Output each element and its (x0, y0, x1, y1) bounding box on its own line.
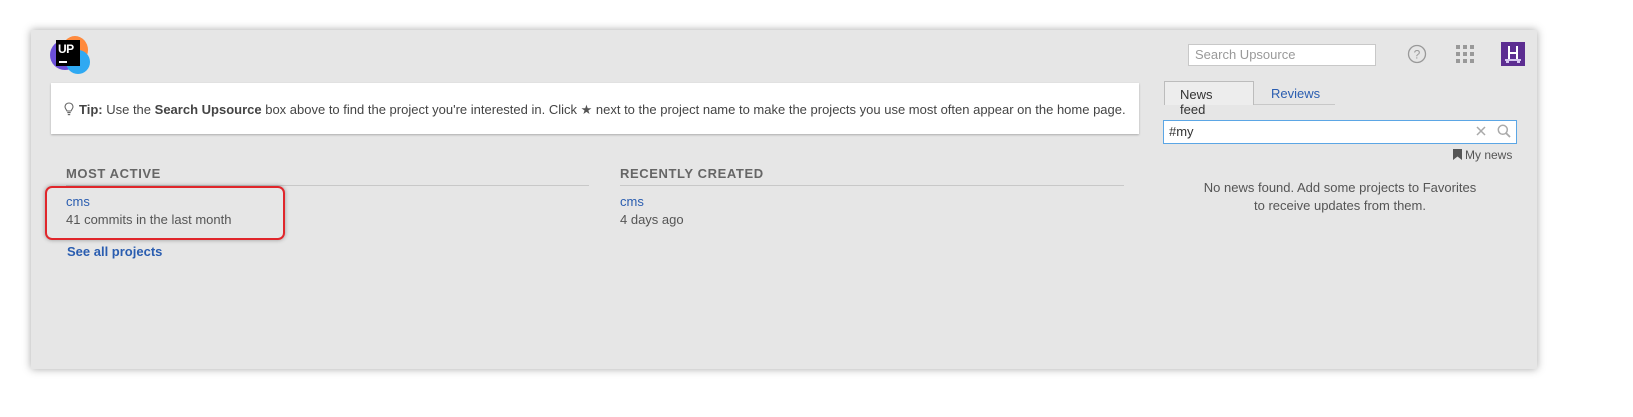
recently-created-title: RECENTLY CREATED (620, 166, 1124, 186)
recent-project-detail: 4 days ago (620, 212, 684, 227)
feed-tabs: News feed Reviews (1164, 81, 1534, 117)
tip-text: box above to find the project you're int… (265, 102, 577, 117)
tab-reviews[interactable]: Reviews (1256, 81, 1335, 105)
tip-text: Use the (106, 102, 152, 117)
clear-icon[interactable] (1475, 125, 1487, 137)
apps-grid-icon[interactable] (1456, 45, 1474, 63)
empty-feed-line: to receive updates from them. (1254, 198, 1426, 213)
tip-banner: Tip: Use the Search Upsource box above t… (51, 83, 1139, 134)
upsource-logo[interactable]: UP (50, 36, 90, 74)
logo-mark: UP (56, 40, 80, 66)
search-icon[interactable] (1497, 124, 1511, 138)
tip-search-name: Search Upsource (154, 102, 262, 117)
star-icon: ★ (580, 102, 593, 117)
tab-news-feed[interactable]: News feed (1164, 81, 1254, 117)
user-avatar[interactable] (1501, 42, 1525, 66)
most-active-title: MOST ACTIVE (66, 166, 589, 186)
lightbulb-icon (64, 102, 74, 116)
feed-filter-input[interactable]: #my (1163, 120, 1517, 144)
global-search-input[interactable]: Search Upsource (1188, 44, 1376, 66)
help-icon[interactable]: ? (1407, 44, 1427, 64)
tip-label: Tip: (79, 102, 103, 117)
empty-feed-line: No news found. Add some projects to Favo… (1203, 180, 1477, 195)
bookmark-icon (1453, 149, 1462, 160)
logo-underscore (59, 61, 67, 63)
my-news-toggle[interactable]: My news (1453, 148, 1512, 162)
tip-text: next to the project name to make the pro… (595, 102, 1126, 117)
highlight-outline (45, 186, 285, 240)
tabs-divider (1254, 104, 1335, 105)
empty-feed-message: No news found. Add some projects to Favo… (1164, 179, 1516, 215)
upsource-home-window: UP Search Upsource ? Tip: Use the Search… (31, 30, 1537, 369)
logo-text: UP (58, 42, 74, 56)
my-news-label: My news (1465, 148, 1513, 162)
see-all-projects-link[interactable]: See all projects (67, 244, 162, 259)
recent-project-link[interactable]: cms (620, 194, 644, 209)
svg-text:?: ? (1414, 48, 1421, 62)
